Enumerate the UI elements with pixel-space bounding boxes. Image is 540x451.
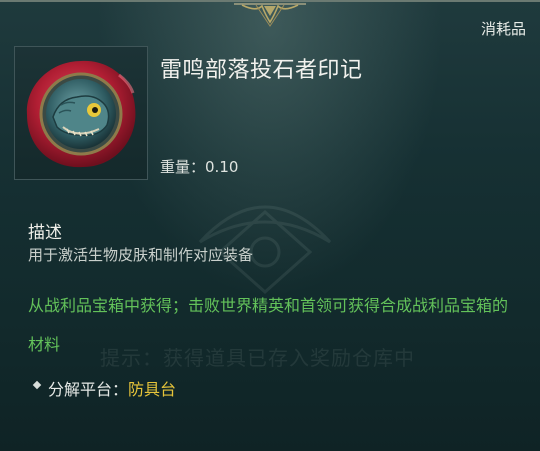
bullet-diamond-icon <box>32 380 42 390</box>
item-icon-frame <box>14 46 148 180</box>
reward-hint-text: 提示：获得道具已存入奖励仓库中 <box>100 346 415 370</box>
item-name: 雷鸣部落投石者印记 <box>160 58 363 83</box>
background-emblem-icon <box>198 205 332 295</box>
weight-label: 重量： <box>160 158 206 176</box>
wax-seal-lizard-icon <box>26 60 136 168</box>
top-ornament-icon <box>234 3 306 27</box>
dismantle-platform: 分解平台： 防具台 <box>32 376 177 400</box>
weight-value: 0.10 <box>205 158 239 176</box>
description-heading: 描述 <box>28 223 62 243</box>
dismantle-label: 分解平台： <box>48 380 129 399</box>
description-body: 用于激活生物皮肤和制作对应装备 <box>28 246 254 264</box>
dismantle-value: 防具台 <box>128 380 177 399</box>
item-weight: 重量：0.10 <box>160 156 238 177</box>
item-tooltip-panel: 消耗品 雷鸣部落投石者印记 重量：0.10 描述 用于激活生物皮肤和制作对应装备… <box>0 0 540 451</box>
item-category-label: 消耗品 <box>480 20 526 38</box>
